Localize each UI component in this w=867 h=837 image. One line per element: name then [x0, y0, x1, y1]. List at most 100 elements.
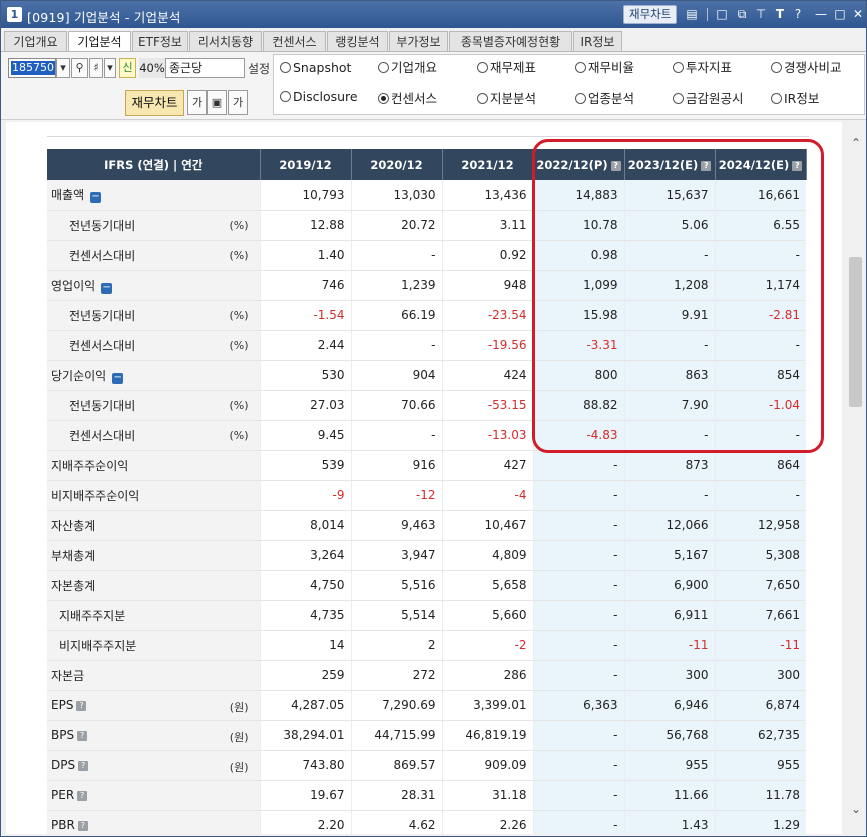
row-label: 자본금 — [51, 668, 85, 683]
radio-circle — [477, 62, 488, 73]
code-dropdown-button[interactable]: ▾ — [56, 58, 70, 78]
value-cell: - — [532, 630, 624, 661]
radio-industry-analysis[interactable]: 업종분석 — [575, 90, 634, 108]
info-icon[interactable]: ? — [77, 731, 88, 741]
pin-icon[interactable]: ⊤ — [753, 6, 769, 22]
collapse-icon[interactable]: − — [90, 192, 102, 204]
minimize-icon[interactable]: — — [813, 6, 829, 22]
financial-chart-title-button[interactable]: 재무차트 — [623, 5, 678, 24]
tab-additional-info[interactable]: 부가정보 — [389, 31, 448, 52]
chart-icon[interactable]: ▤ — [684, 6, 700, 22]
value-cell: 4,750 — [259, 570, 351, 601]
help-icon[interactable]: ? — [790, 6, 806, 22]
value-cell: - — [532, 450, 624, 481]
stock-code-input[interactable]: 185750 — [8, 58, 56, 78]
scroll-thumb[interactable] — [849, 257, 862, 407]
value-cell: 7,661 — [714, 600, 806, 631]
value-cell: 1.43 — [623, 810, 715, 834]
radio-circle — [771, 62, 782, 73]
row-label: 컨센서스대비 — [69, 428, 136, 443]
tab-ir-info[interactable]: IR정보 — [573, 31, 622, 52]
radio-financial-statements[interactable]: 재무제표 — [477, 59, 536, 77]
radio-financial-ratios[interactable]: 재무비율 — [575, 59, 634, 77]
radio-circle — [280, 62, 291, 73]
value-cell: 11.78 — [714, 780, 806, 811]
radio-snapshot[interactable]: Snapshot — [280, 59, 351, 77]
value-cell: 11.66 — [623, 780, 715, 811]
value-cell: 3,399.01 — [441, 690, 533, 721]
info-icon[interactable]: ? — [77, 791, 88, 801]
value-cell: -11 — [714, 630, 806, 661]
font-increase-button[interactable]: 가 — [228, 90, 248, 115]
report-type-radio-group: Snapshot 기업개요 재무제표 재무비율 투자지표 경쟁사비교 Discl… — [273, 54, 865, 115]
row-unit: (%) — [229, 248, 249, 262]
company-name-field[interactable]: 종근당 — [165, 58, 245, 78]
tab-company-overview[interactable]: 기업개요 — [4, 31, 67, 52]
value-cell: 3,947 — [350, 540, 442, 571]
row-label: 전년동기대비 — [69, 398, 136, 413]
value-cell: 539 — [259, 450, 351, 481]
table-row: PBR? 2.20 4.62 2.26-1.43 1.29 — [47, 810, 806, 834]
font-size-icon[interactable]: T — [772, 6, 788, 22]
row-label: 전년동기대비 — [69, 218, 136, 233]
vertical-scrollbar[interactable]: ⌃ ⌄ — [846, 122, 866, 834]
radio-shareholding-analysis[interactable]: 지분분석 — [477, 90, 536, 108]
value-cell: -1.54 — [259, 300, 351, 331]
title-separator — [707, 8, 708, 21]
close-icon[interactable]: ✕ — [850, 6, 866, 22]
speaker-icon[interactable]: ♯ — [89, 58, 103, 78]
value-cell: 6,363 — [532, 690, 624, 721]
new-listing-button[interactable]: 신 — [119, 58, 136, 78]
tab-company-analysis[interactable]: 기업분석 — [68, 31, 131, 53]
radio-company-overview[interactable]: 기업개요 — [378, 59, 437, 77]
radio-fss-disclosure[interactable]: 금감원공시 — [673, 90, 744, 108]
link-window-icon[interactable]: □ — [714, 6, 730, 22]
search-icon[interactable]: ⚲ — [71, 58, 88, 78]
info-icon[interactable]: ? — [77, 821, 88, 831]
value-cell: 62,735 — [714, 720, 806, 751]
value-cell: 869.57 — [350, 750, 442, 781]
info-icon[interactable]: ? — [76, 701, 87, 711]
radio-consensus[interactable]: 컨센서스 — [378, 90, 437, 108]
row-label-cell: PER? — [47, 780, 260, 811]
row-unit: (%) — [229, 428, 249, 442]
tab-research-trend[interactable]: 리서치동향 — [189, 31, 262, 52]
radio-ir-info[interactable]: IR정보 — [771, 90, 819, 108]
radio-peer-comparison[interactable]: 경쟁사비교 — [771, 59, 842, 77]
row-label: DPS — [51, 758, 76, 772]
value-cell: 2.20 — [259, 810, 351, 834]
info-icon[interactable]: ? — [78, 761, 89, 771]
speaker-dropdown-icon[interactable]: ▾ — [104, 58, 116, 78]
maximize-icon[interactable]: □ — [832, 6, 848, 22]
collapse-icon[interactable]: − — [112, 372, 124, 384]
row-label: 자산총계 — [51, 518, 96, 533]
header-year: 2019/12 — [260, 149, 352, 180]
table-row: 자산총계 8,014 9,463 10,467-12,066 12,958 — [47, 510, 806, 541]
row-label: 비지배주주지분 — [59, 638, 137, 653]
financial-chart-button[interactable]: 재무차트 — [125, 90, 184, 116]
tab-consensus[interactable]: 컨센서스 — [263, 31, 326, 52]
window: 1 [0919] 기업분석 - 기업분석 재무차트 ▤ □ ⧉ ⊤ T ? — … — [0, 0, 867, 837]
value-cell: 28.31 — [350, 780, 442, 811]
scroll-up-icon[interactable]: ⌃ — [849, 136, 863, 150]
settings-label[interactable]: 설정 — [248, 60, 270, 77]
value-cell: 916 — [350, 450, 442, 481]
duplicate-window-icon[interactable]: ⧉ — [734, 6, 750, 22]
value-cell: 13,436 — [441, 180, 533, 211]
radio-disclosure[interactable]: Disclosure — [280, 88, 358, 106]
font-decrease-button[interactable]: 가 — [187, 90, 207, 115]
value-cell: 746 — [259, 270, 351, 301]
scroll-down-icon[interactable]: ⌄ — [849, 802, 863, 816]
radio-investment-indicators[interactable]: 투자지표 — [673, 59, 732, 77]
radio-circle-selected — [378, 93, 389, 104]
fit-screen-icon[interactable]: ▣ — [207, 90, 227, 115]
value-cell: -12 — [350, 480, 442, 511]
table-row: 자본총계 4,750 5,516 5,658-6,900 7,650 — [47, 570, 806, 601]
tab-capital-increase-schedule[interactable]: 종목별증자예정현황 — [449, 31, 572, 52]
row-label: PER — [51, 788, 75, 802]
table-row: 비지배주주순이익 -9 -12 -4- - - — [47, 480, 806, 511]
tab-etf-info[interactable]: ETF정보 — [132, 31, 188, 52]
tab-ranking-analysis[interactable]: 랭킹분석 — [327, 31, 388, 52]
table-row: 지배주주지분 4,735 5,514 5,660-6,911 7,661 — [47, 600, 806, 631]
collapse-icon[interactable]: − — [101, 282, 113, 294]
